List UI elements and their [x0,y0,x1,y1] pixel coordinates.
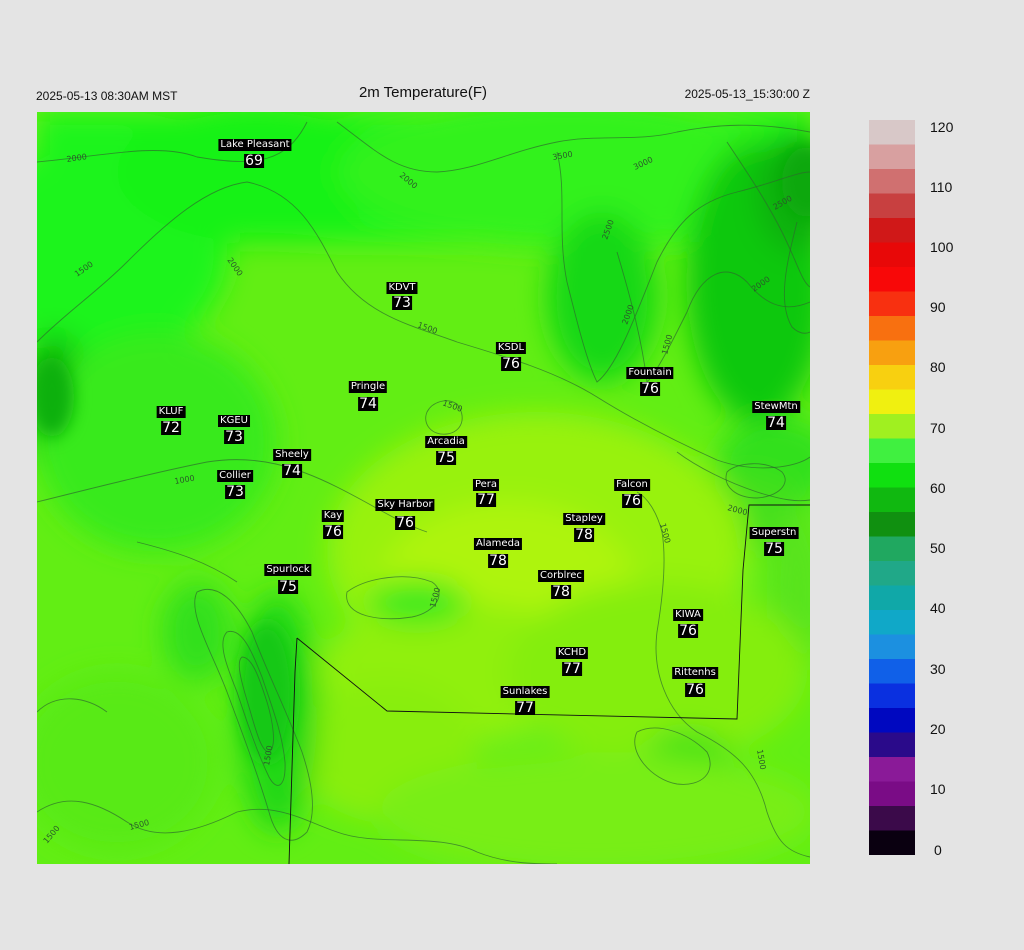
station-name: Kay [321,510,345,522]
station-name: KGEU [218,415,250,427]
station-name: KSDL [495,342,527,354]
station-name: Pringle [348,381,388,393]
station-value: 78 [488,553,508,569]
station-value: 76 [685,682,705,698]
colorbar-tick: 20 [930,721,946,737]
station-value: 74 [282,463,302,479]
colorbar-tick: 70 [930,420,946,436]
colorbar-tick: 10 [930,781,946,797]
station-value: 74 [358,396,378,412]
station-name: Alameda [473,538,523,550]
station-value: 75 [764,541,784,557]
station-name: Arcadia [425,436,467,448]
station-name: KIWA [673,609,703,621]
station-value: 74 [766,415,786,431]
station-name: Spurlock [264,564,312,576]
station-name: Corblrec [538,570,584,582]
station-name: KLUF [156,406,186,418]
station-name: Sheely [273,449,311,461]
station-name: Lake Pleasant [218,139,292,151]
colorbar-tick: 50 [930,540,946,556]
colorbar-tick: 110 [930,179,953,195]
station-name: StewMtn [752,401,800,413]
station-name: Fountain [626,367,674,379]
station-value: 77 [515,700,535,716]
station-value: 78 [551,584,571,600]
colorbar-tick: 120 [930,119,954,135]
station-value: 76 [640,381,660,397]
station-name: Rittenhs [672,667,718,679]
valid-utc-time: 2025-05-13_15:30:00 Z [684,87,810,101]
temperature-shading [37,112,810,864]
station-value: 76 [678,623,698,639]
colorbar-tick: 80 [930,359,946,375]
station-value: 73 [224,429,244,445]
station-name: Pera [472,479,500,491]
colorbar-tick: 60 [930,480,946,496]
station-name: KCHD [555,647,589,659]
station-value: 76 [395,515,415,531]
colorbar-tick: 30 [930,661,946,677]
station-value: 72 [161,420,181,436]
station-value: 73 [392,295,412,311]
station-name: Collier [217,470,253,482]
colorbar-tick: 90 [930,299,946,315]
colorbar-tick: 0 [934,842,942,858]
colorbar-tick: 40 [930,600,946,616]
color-scale-bar [869,120,915,855]
station-value: 69 [244,153,264,169]
station-name: Falcon [614,479,650,491]
station-value: 78 [574,527,594,543]
station-value: 77 [562,661,582,677]
station-name: Sunlakes [500,686,550,698]
station-value: 76 [622,493,642,509]
station-name: KDVT [386,282,418,294]
station-name: Stapley [563,513,605,525]
station-value: 77 [476,492,496,508]
station-value: 76 [323,524,343,540]
station-value: 75 [278,579,298,595]
station-name: Sky Harbor [375,499,435,511]
station-value: 75 [436,450,456,466]
station-value: 73 [225,484,245,500]
temperature-map: 2000 2000 1500 2000 2500 3000 2000 3500 … [37,112,810,864]
colorbar-tick: 100 [930,239,954,255]
station-value: 76 [501,356,521,372]
station-name: Superstn [749,527,799,539]
